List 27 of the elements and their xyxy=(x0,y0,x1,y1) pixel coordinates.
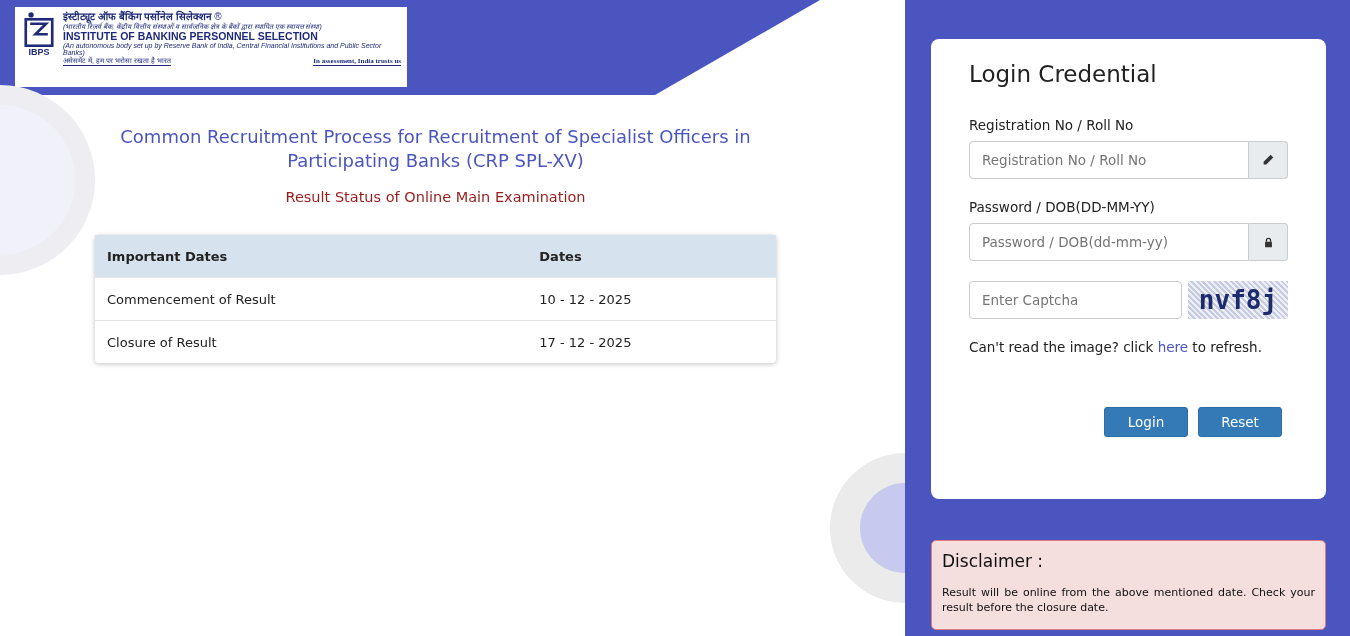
logo-acronym: IBPS xyxy=(28,47,50,57)
disclaimer-text: Result will be online from the above mentioned date. Check your result before the closure date. xyxy=(942,585,1315,615)
emblem-icon xyxy=(24,11,54,47)
refresh-text: Can't read the image? click here to refresh. xyxy=(969,339,1263,355)
reset-button[interactable]: Reset xyxy=(1198,407,1282,437)
disclaimer-title: Disclaimer : xyxy=(942,551,1044,571)
table-cell-text: 17 - 12 - 2025 xyxy=(538,334,633,350)
captcha-field[interactable]: Enter Captcha xyxy=(969,281,1182,319)
field-label: Registration No / Roll No xyxy=(969,117,1135,133)
page-title: Common Recruitment Process for Recruitment of Specialist Officers in Participating Banks (CRP SPL-XV) xyxy=(119,125,752,173)
registered-mark: ® xyxy=(214,11,222,22)
table-cell-text: Commencement of Result xyxy=(106,291,277,307)
column-header: Dates xyxy=(538,248,583,264)
input-field[interactable]: Registration No / Roll No xyxy=(969,141,1249,179)
login-title: Login Credential xyxy=(969,61,1158,87)
lock-icon xyxy=(1262,236,1274,248)
page-subtitle: Result Status of Online Main Examination xyxy=(284,189,587,205)
captcha-image: nvf8j xyxy=(1188,281,1288,319)
logo-hindi-name: इंस्टीट्यूट ऑफ बैंकिंग पर्सोनेल सिलेक्शन xyxy=(63,11,213,23)
table-cell-text: 10 - 12 - 2025 xyxy=(538,291,633,307)
pencil-icon xyxy=(1261,153,1275,167)
table-cell-text: Closure of Result xyxy=(106,334,218,350)
login-button[interactable]: Login xyxy=(1104,407,1188,437)
field-label: Password / DOB(DD-MM-YY) xyxy=(969,199,1156,215)
refresh-link[interactable]: here xyxy=(1157,339,1189,355)
column-header: Important Dates xyxy=(106,248,229,264)
input-field[interactable]: Password / DOB(dd-mm-yy) xyxy=(969,223,1249,261)
